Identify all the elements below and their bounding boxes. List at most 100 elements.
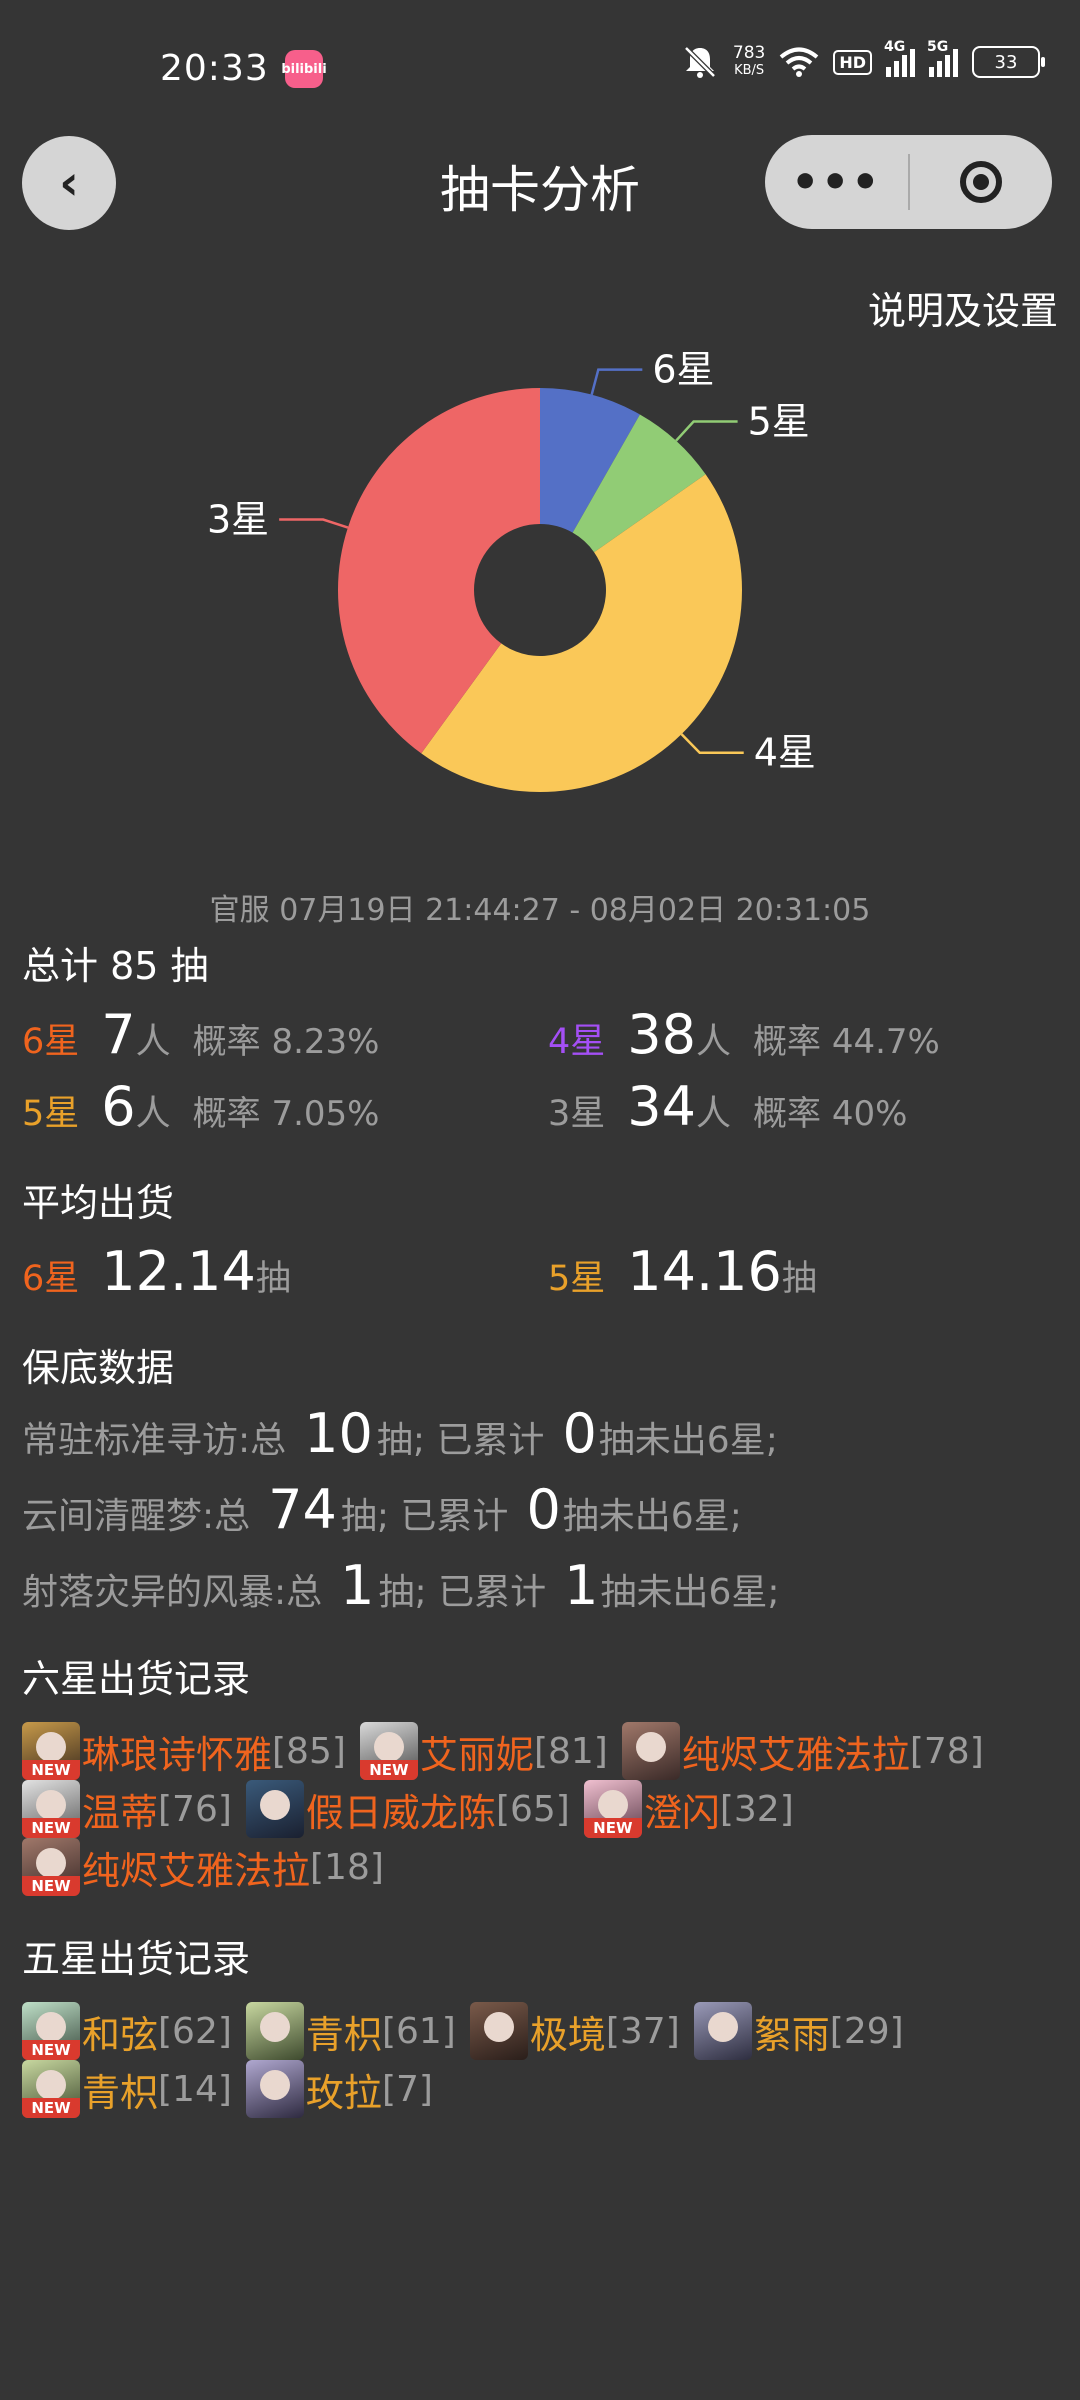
- battery-icon: 33: [972, 46, 1045, 78]
- record-item[interactable]: 玫拉 [7]: [245, 2060, 433, 2118]
- server-date-range: 官服 07月19日 21:44:27 - 08月02日 20:31:05: [209, 893, 871, 928]
- operator-avatar: NEW: [22, 1722, 80, 1780]
- new-badge: NEW: [359, 1760, 418, 1780]
- operator-avatar: NEW: [22, 2002, 80, 2060]
- record-count: [78]: [909, 1730, 984, 1772]
- wifi-icon: [780, 47, 819, 77]
- record-count: [62]: [158, 2010, 232, 2052]
- record-item[interactable]: 假日威龙陈 [65]: [245, 1780, 570, 1838]
- signal-5g-icon: 5G: [927, 39, 958, 77]
- miniprogram-capsule: •••: [765, 135, 1052, 229]
- operator-avatar: NEW: [22, 1838, 80, 1896]
- average-star-label: 5星: [548, 1259, 606, 1299]
- record-name: 青枳: [305, 2012, 382, 2057]
- record-count: [14]: [158, 2068, 232, 2110]
- operator-avatar: [693, 2002, 752, 2060]
- record-count: [29]: [829, 2010, 904, 2052]
- stat-unit: 人: [135, 1022, 171, 1062]
- network-speed-unit: KB/S: [734, 63, 765, 78]
- operator-avatar: NEW: [22, 1780, 80, 1838]
- network-speed: 783 KB/S: [733, 44, 765, 80]
- status-bar: 20:33 bilibili 783 KB/S HD 4G 5G 33: [0, 0, 1080, 120]
- stat-4star: 4星 38 人 概率 44.7%: [548, 1003, 940, 1066]
- record-name: 玫拉: [305, 2070, 382, 2115]
- record-name: 纯烬艾雅法拉: [82, 1848, 311, 1893]
- close-miniprogram-button[interactable]: [910, 161, 1053, 203]
- signal-5g-label: 5G: [927, 39, 949, 55]
- pity-row: 常驻标准寻访:总 10 抽; 已累计 0 抽未出6星;: [22, 1402, 778, 1465]
- record-item[interactable]: NEW 和弦 [62]: [22, 2002, 232, 2060]
- record-item[interactable]: NEW 澄闪 [32]: [583, 1780, 794, 1838]
- target-icon: [959, 161, 1002, 203]
- status-time: 20:33: [160, 48, 269, 89]
- stat-6star: 6星 7 人 概率 8.23%: [22, 1003, 379, 1066]
- pity-mid-text: 抽; 已累计: [378, 1572, 547, 1613]
- operator-avatar: [469, 2002, 528, 2060]
- record-item[interactable]: NEW 艾丽妮 [81]: [359, 1722, 608, 1780]
- average-title: 平均出货: [22, 1181, 175, 1225]
- operator-avatar: NEW: [22, 2060, 80, 2118]
- operator-avatar: [245, 1780, 304, 1838]
- stat-count: 38: [627, 1003, 696, 1066]
- average-unit: 抽: [255, 1259, 291, 1299]
- record-count: [65]: [495, 1788, 570, 1830]
- record-item[interactable]: NEW 纯烬艾雅法拉 [18]: [22, 1838, 384, 1896]
- stat-rate: 概率 8.23%: [192, 1022, 380, 1062]
- stat-rate: 概率 44.7%: [753, 1022, 940, 1062]
- pie-leader-line: [680, 733, 744, 754]
- bilibili-app-icon: bilibili: [281, 50, 327, 88]
- five-star-record-line: NEW 和弦 [62] 青枳 [61] 极境 [37] 絮雨 [29]: [22, 2002, 918, 2060]
- new-badge: NEW: [22, 2040, 80, 2060]
- six-star-record-line: NEW 温蒂 [76] 假日威龙陈 [65] NEW 澄闪 [32]: [22, 1780, 808, 1838]
- record-item[interactable]: NEW 温蒂 [76]: [22, 1780, 232, 1838]
- pie-label: 5星: [748, 400, 810, 444]
- record-name: 絮雨: [753, 2012, 830, 2057]
- pity-row: 射落灾异的风暴:总 1 抽; 已累计 1 抽未出6星;: [22, 1554, 779, 1617]
- average-6star: 6星 12.14 抽: [22, 1240, 291, 1303]
- record-name: 极境: [529, 2012, 606, 2057]
- six-star-records-title: 六星出货记录: [22, 1657, 251, 1701]
- pity-tail-text: 抽未出6星;: [600, 1572, 780, 1613]
- record-item[interactable]: 极境 [37]: [469, 2002, 680, 2060]
- record-count: [37]: [605, 2010, 680, 2052]
- record-count: [32]: [719, 1788, 794, 1830]
- record-count: [81]: [533, 1730, 608, 1772]
- record-item[interactable]: 絮雨 [29]: [693, 2002, 904, 2060]
- stat-star-label: 4星: [548, 1022, 606, 1062]
- new-badge: NEW: [583, 1818, 642, 1838]
- pity-pool-name: 常驻标准寻访:总: [22, 1420, 287, 1461]
- record-item[interactable]: 纯烬艾雅法拉 [78]: [621, 1722, 984, 1780]
- pie-leader-line: [279, 518, 349, 529]
- average-unit: 抽: [781, 1259, 817, 1299]
- record-count: [7]: [381, 2068, 433, 2110]
- new-badge: NEW: [22, 2098, 80, 2118]
- record-item[interactable]: NEW 青枳 [14]: [22, 2060, 232, 2118]
- new-badge: NEW: [22, 1818, 80, 1838]
- operator-avatar: NEW: [359, 1722, 418, 1780]
- record-name: 艾丽妮: [419, 1732, 534, 1777]
- stat-count: 7: [101, 1003, 136, 1066]
- operator-avatar: NEW: [583, 1780, 642, 1838]
- stat-rate: 概率 40%: [753, 1094, 908, 1134]
- mute-bell-icon: [684, 46, 716, 78]
- stat-unit: 人: [135, 1094, 171, 1134]
- record-count: [61]: [381, 2010, 456, 2052]
- record-name: 纯烬艾雅法拉: [681, 1732, 910, 1777]
- stat-unit: 人: [696, 1094, 732, 1134]
- record-name: 澄闪: [643, 1790, 720, 1835]
- record-count: [85]: [272, 1730, 346, 1772]
- stat-unit: 人: [696, 1022, 732, 1062]
- record-item[interactable]: 青枳 [61]: [245, 2002, 456, 2060]
- more-menu-button[interactable]: •••: [765, 157, 908, 208]
- record-name: 琳琅诗怀雅: [82, 1732, 273, 1777]
- stat-rate: 概率 7.05%: [192, 1094, 380, 1134]
- pie-label: 3星: [207, 498, 269, 542]
- rarity-donut-chart: 6星 5星 4星 3星: [207, 348, 816, 793]
- signal-4g-icon: 4G: [884, 39, 915, 77]
- pity-total: 10: [304, 1402, 373, 1465]
- record-name: 假日威龙陈: [305, 1790, 496, 1835]
- pie-label: 4星: [754, 731, 816, 775]
- stat-count: 6: [101, 1075, 136, 1138]
- record-item[interactable]: NEW 琳琅诗怀雅 [85]: [22, 1722, 346, 1780]
- stat-star-label: 6星: [22, 1022, 80, 1062]
